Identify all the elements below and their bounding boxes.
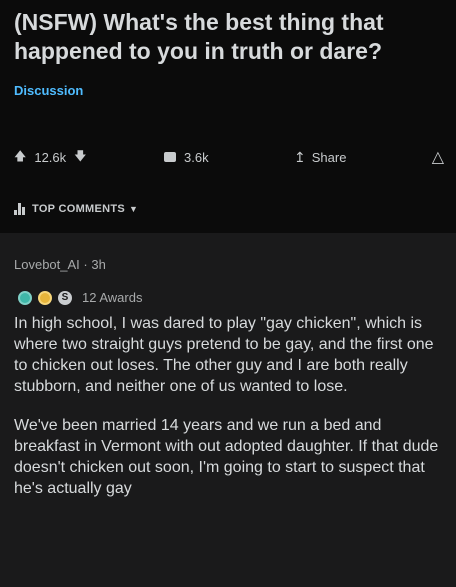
comment-sort-dropdown[interactable]: TOP COMMENTS ▼ [14, 203, 138, 215]
divider [0, 233, 456, 241]
upvote-arrow-icon[interactable]: 🡅 [14, 147, 26, 168]
sort-bars-icon [14, 203, 26, 215]
post-flair[interactable]: Discussion [14, 83, 444, 98]
award-icon[interactable]: △ [432, 147, 444, 167]
comment-author[interactable]: Lovebot_AI [14, 257, 80, 272]
share-label: Share [311, 149, 347, 165]
comment-body: In high school, I was dared to play "gay… [14, 313, 442, 499]
comments-count: 3.6k [184, 149, 209, 165]
post-score: 12.6k [34, 149, 67, 165]
vote-control: 🡅 12.6k 🡇 [14, 147, 164, 168]
comment-awards[interactable]: S 12 Awards [14, 290, 442, 305]
post-header: (NSFW) What's the best thing that happen… [0, 0, 456, 233]
chevron-down-icon: ▼ [129, 204, 139, 214]
award-silver-icon: S [58, 290, 72, 305]
comments-button[interactable]: 3.6k [164, 150, 294, 165]
share-button[interactable]: ↥ Share [294, 149, 424, 166]
comment-paragraph: We've been married 14 years and we run a… [14, 417, 439, 497]
sort-label: TOP COMMENTS [32, 203, 126, 215]
comment-age: 3h [91, 257, 106, 272]
post-title[interactable]: (NSFW) What's the best thing that happen… [14, 8, 444, 66]
post-actions-bar: 🡅 12.6k 🡇 3.6k ↥ Share △ [14, 146, 444, 168]
share-icon: ↥ [294, 148, 306, 165]
comment: Lovebot_AI · 3h S 12 Awards In high scho… [0, 241, 456, 499]
comment-bubble-icon [164, 152, 176, 162]
comment-paragraph: In high school, I was dared to play "gay… [14, 315, 434, 395]
awards-count: 12 Awards [82, 290, 143, 305]
comment-meta: Lovebot_AI · 3h [14, 257, 442, 272]
meta-separator: · [83, 257, 88, 272]
award-medal-icon [38, 290, 52, 305]
downvote-arrow-icon[interactable]: 🡇 [74, 147, 86, 168]
award-badge-icon [18, 290, 32, 305]
